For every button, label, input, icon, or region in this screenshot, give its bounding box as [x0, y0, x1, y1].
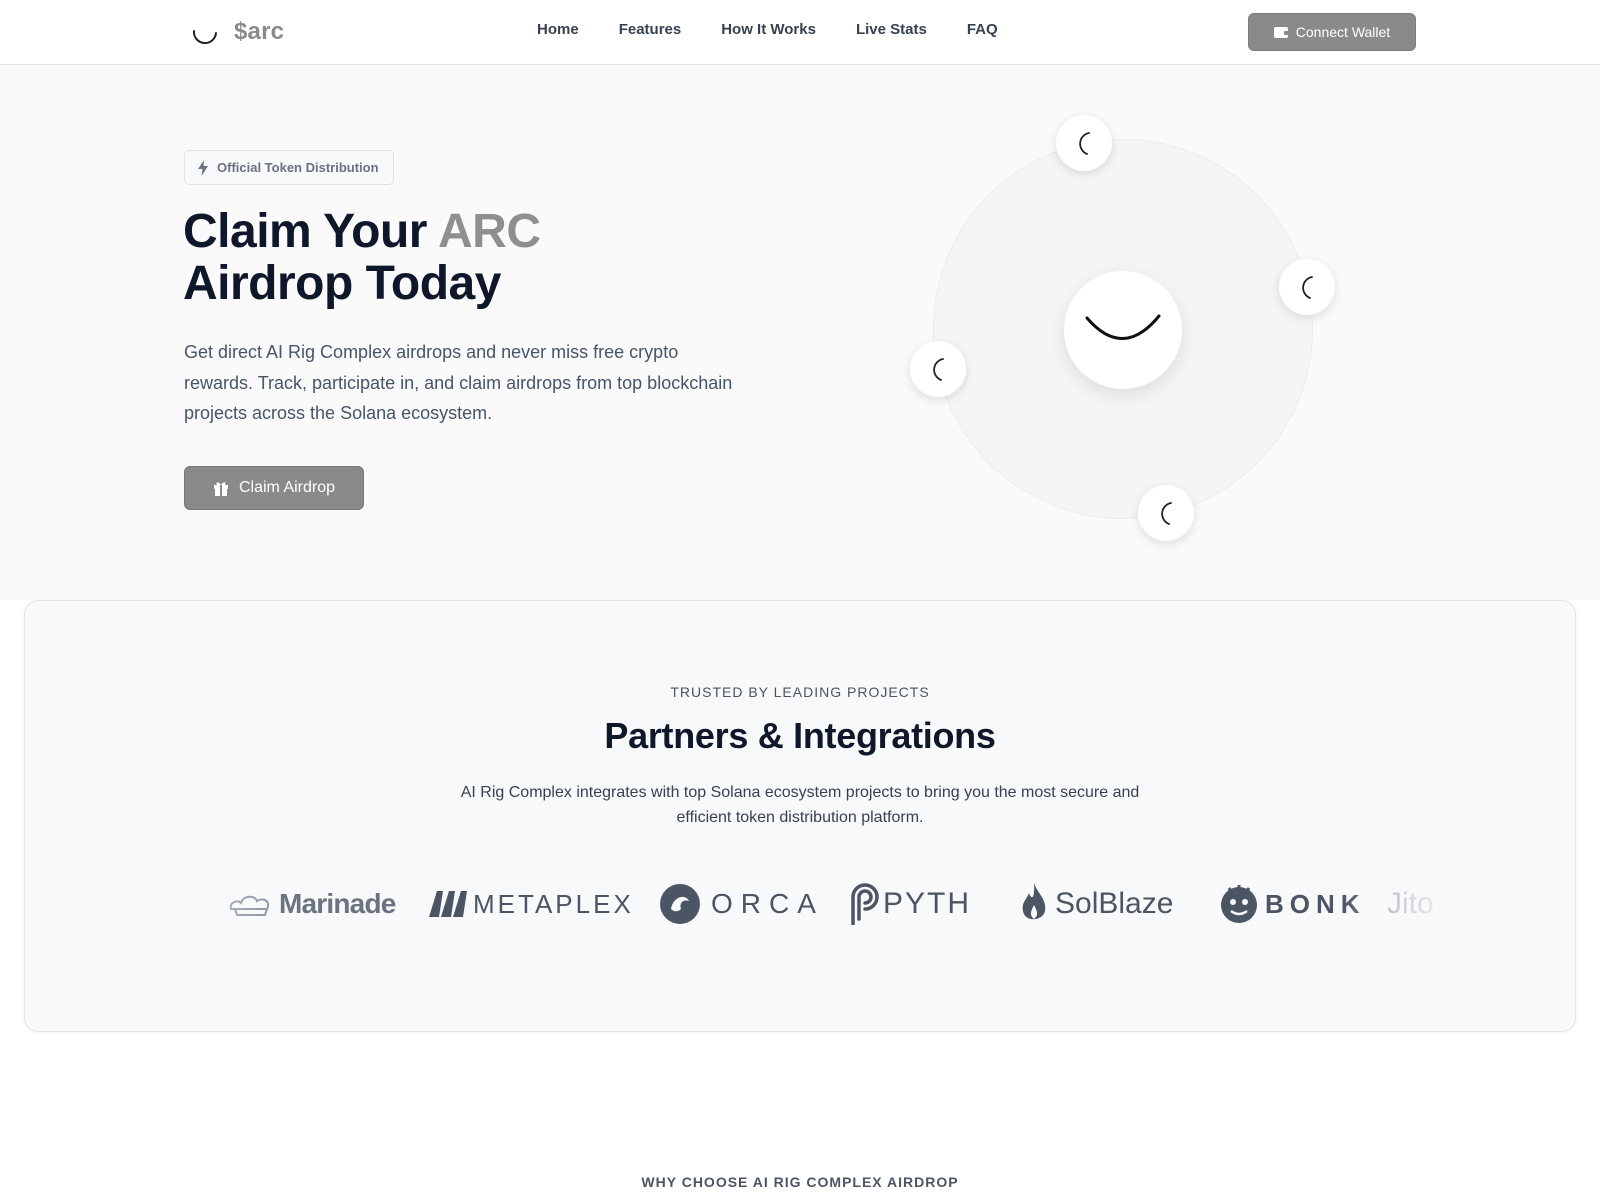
gift-icon	[213, 482, 228, 496]
hero-title-prefix: Claim Your	[183, 205, 439, 258]
partners-description: AI Rig Complex integrates with top Solan…	[460, 784, 1140, 826]
hero-description: Get direct AI Rig Complex airdrops and n…	[184, 342, 733, 423]
partners-section: TRUSTED BY LEADING PROJECTS Partners & I…	[24, 600, 1576, 1032]
claim-airdrop-label: Claim Airdrop	[238, 479, 336, 496]
partner-logo-strip: Marinade METAPLEX ORCA PYTH SolBlaze BON…	[201, 879, 1441, 929]
smile-arc-icon	[1085, 314, 1161, 340]
connect-wallet-button[interactable]: Connect Wallet	[1248, 13, 1416, 51]
connect-wallet-label: Connect Wallet	[1295, 24, 1391, 40]
nav-link-home[interactable]: Home	[537, 21, 579, 38]
nav-link-live-stats[interactable]: Live Stats	[856, 21, 927, 38]
top-navbar: $arc Home Features How It Works Live Sta…	[0, 0, 1600, 65]
partner-logo-solblaze[interactable]: SolBlaze	[1019, 879, 1173, 929]
spinner-icon	[933, 358, 944, 381]
spinner-icon	[1079, 132, 1090, 155]
nav-link-features[interactable]: Features	[619, 21, 682, 38]
badge-label: Official Token Distribution	[217, 160, 379, 175]
orbit-node-right	[1279, 259, 1335, 315]
marinade-chef-hat-icon	[229, 895, 269, 916]
partner-name: Marinade	[279, 888, 396, 919]
orbit-node-bottom	[1138, 485, 1194, 541]
nav-link-faq[interactable]: FAQ	[967, 21, 998, 38]
orbit-node-left	[910, 341, 966, 397]
partner-logo-jito[interactable]: Jito	[1387, 879, 1434, 929]
partner-name: SolBlaze	[1055, 887, 1174, 920]
metaplex-m-icon	[429, 891, 467, 917]
nav-links: Home Features How It Works Live Stats FA…	[537, 21, 998, 38]
claim-airdrop-button[interactable]: Claim Airdrop	[184, 466, 364, 510]
partner-name: Jito	[1387, 887, 1434, 920]
pyth-p-icon	[851, 883, 879, 925]
partner-logo-marinade[interactable]: Marinade	[227, 879, 396, 929]
distribution-badge: Official Token Distribution	[184, 150, 394, 185]
flame-icon	[1022, 883, 1046, 920]
bolt-icon	[198, 159, 208, 176]
partner-logo-bonk[interactable]: BONK	[1219, 879, 1366, 929]
center-logo-node	[1064, 271, 1182, 389]
orca-whale-icon	[660, 884, 700, 924]
hero-section: Official Token Distribution Claim Your A…	[0, 65, 1600, 600]
partner-name: ORCA	[711, 888, 824, 919]
wallet-icon	[1273, 26, 1289, 38]
spinner-icon	[1302, 276, 1313, 299]
bonk-dog-icon	[1221, 885, 1257, 923]
spinner-icon	[1161, 502, 1172, 525]
orbit-node-top	[1056, 115, 1112, 171]
partner-name: METAPLEX	[473, 888, 634, 919]
hero-title-line2: Airdrop Today	[183, 257, 501, 310]
hero-title: Claim Your ARC Airdrop Today	[183, 206, 541, 310]
partners-eyebrow: TRUSTED BY LEADING PROJECTS	[670, 684, 930, 700]
partner-name: PYTH	[883, 887, 972, 920]
hero-title-accent: ARC	[438, 205, 541, 258]
nav-link-how-it-works[interactable]: How It Works	[721, 21, 816, 38]
partner-logo-metaplex[interactable]: METAPLEX	[429, 879, 634, 929]
partner-logo-orca[interactable]: ORCA	[659, 879, 824, 929]
partners-title: Partners & Integrations	[604, 715, 996, 756]
brand-name: $arc	[234, 18, 285, 45]
partner-logo-pyth[interactable]: PYTH	[845, 879, 971, 929]
why-eyebrow: WHY CHOOSE AI RIG COMPLEX AIRDROP	[641, 1174, 959, 1190]
brand[interactable]: $arc	[188, 14, 284, 50]
arc-logo-icon	[188, 15, 222, 49]
partner-name: BONK	[1265, 888, 1366, 919]
